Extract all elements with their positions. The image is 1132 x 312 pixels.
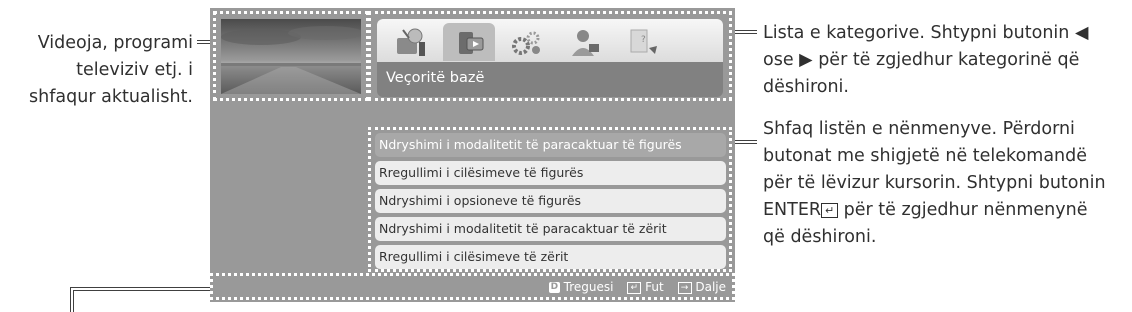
exit-label: Dalje	[695, 280, 726, 294]
submenu-list-outline: Ndryshimi i modalitetit të paracaktuar t…	[368, 127, 732, 272]
help-icon[interactable]: ?	[617, 23, 669, 61]
submenu-callout-line-3: për të lëvizur kursorin. Shtypni butonin	[763, 173, 1106, 193]
guide-label: Treguesi	[563, 280, 614, 294]
category-label: Veçoritë bazë	[386, 70, 485, 86]
svg-text:?: ?	[641, 35, 646, 45]
categories-callout-line-2: ose ▶ për të zgjedhur kategorinë që	[763, 47, 1088, 74]
arrow-right-icon: ▶	[799, 50, 813, 70]
categories-leader-line	[735, 30, 757, 31]
menu-item-sound-mode[interactable]: Ndryshimi i modalitetit të paracaktuar t…	[375, 217, 726, 241]
menu-item-picture-options[interactable]: Ndryshimi i opsioneve të figurës	[375, 189, 726, 213]
submenu-callout-line-1: Shfaq listën e nënmenyve. Përdorni	[763, 119, 1075, 139]
enter-label: Fut	[645, 280, 664, 294]
menu-item-sound-settings[interactable]: Rregullimi i cilësimeve të zërit	[375, 245, 726, 269]
enter-key-icon: ↵	[627, 281, 642, 294]
submenu-leader-line	[735, 140, 757, 141]
exit-key-icon: →	[677, 281, 692, 294]
video-preview-outline	[213, 11, 369, 101]
categories-text-1: Lista e kategorive. Shtypni butonin	[763, 23, 1075, 43]
bottom-bar-leader-vertical	[70, 287, 71, 312]
bottom-bar-leader-vertical-2	[73, 290, 74, 312]
categories-callout-line-3: dëshironi.	[763, 77, 849, 97]
categories-text-2: ose	[763, 50, 800, 70]
video-callout-line-1: Videoja, programi	[37, 33, 193, 53]
arrow-left-icon: ◀	[1074, 23, 1089, 43]
bottom-bar: D Treguesi ↵ Fut → Dalje	[539, 278, 726, 296]
submenu-callout: Shfaq listën e nënmenyve. Përdorni buton…	[763, 116, 1106, 251]
video-callout-line-2: televiziv etj. i	[76, 60, 193, 80]
enter-key-label: ENTER	[763, 200, 822, 220]
video-callout: Videoja, programi televiziv etj. i shfaq…	[0, 30, 193, 111]
category-panel: ? Veçoritë bazë	[377, 19, 723, 97]
submenu-text-4: për të zgjedhur nënmenynë	[838, 200, 1088, 220]
submenu-callout-line-4: ENTER ↵ për të zgjedhur nënmenynë	[763, 197, 1106, 224]
categories-callout: Lista e kategorive. Shtypni butonin ◀ os…	[763, 20, 1088, 101]
enter-icon: ↵	[821, 202, 839, 218]
exit-hint[interactable]: → Dalje	[677, 280, 726, 294]
guide-hint[interactable]: D Treguesi	[548, 280, 614, 294]
menu-item-picture-mode[interactable]: Ndryshimi i modalitetit të paracaktuar t…	[375, 133, 726, 157]
menu-item-picture-settings[interactable]: Rregullimi i cilësimeve të figurës	[375, 161, 726, 185]
enter-hint[interactable]: ↵ Fut	[627, 280, 664, 294]
categories-leader-line-2	[735, 33, 757, 34]
submenu-leader-line-2	[735, 143, 757, 144]
category-list-outline: ? Veçoritë bazë	[368, 11, 732, 101]
gears-icon[interactable]	[501, 23, 553, 61]
support-person-icon[interactable]	[559, 23, 611, 61]
bottom-bar-leader-horizontal-2	[73, 290, 210, 291]
category-icon-strip: ?	[377, 19, 723, 62]
tv-screen: ? Veçoritë bazë Ndryshimi i modalitetit …	[210, 8, 735, 302]
video-callout-line-3: shfaqur aktualisht.	[29, 87, 193, 107]
bottom-bar-leader-horizontal	[70, 287, 210, 288]
categories-text-3: për të zgjedhur kategorinë që	[812, 50, 1080, 70]
satellite-tools-icon[interactable]	[385, 23, 437, 61]
guide-key-icon: D	[548, 282, 560, 293]
submenu-callout-line-2: butonat me shigjetë në telekomandë	[763, 146, 1088, 166]
submenu-callout-line-5: që dëshironi.	[763, 227, 877, 247]
bottom-bar-outline: D Treguesi ↵ Fut → Dalje	[210, 273, 735, 300]
media-tv-icon[interactable]	[443, 23, 495, 61]
video-preview-image	[221, 19, 361, 94]
categories-callout-line-1: Lista e kategorive. Shtypni butonin ◀	[763, 20, 1088, 47]
